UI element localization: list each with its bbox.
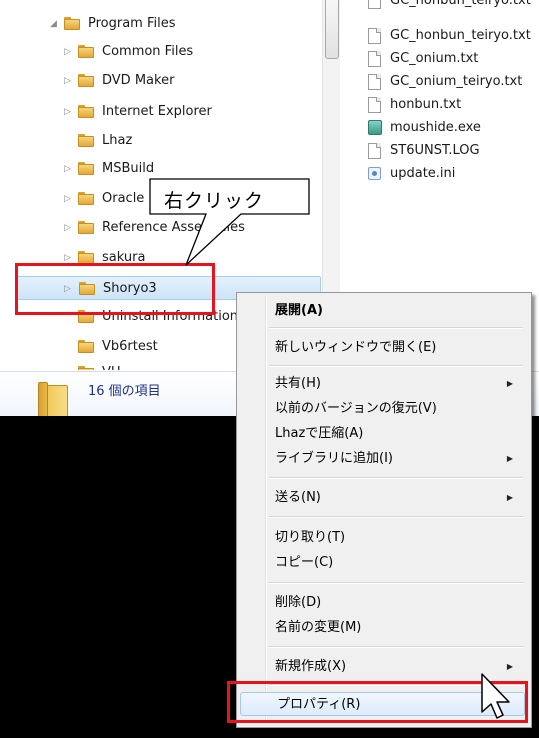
menu-separator [269, 327, 523, 329]
menu-item-restore-previous[interactable]: 以前のバージョンの復元(V) [239, 398, 527, 420]
file-item-gc-onium[interactable]: GC_onium.txt [340, 48, 539, 70]
exe-icon [368, 120, 382, 135]
file-item-gc-honbun-teiryo[interactable]: GC_honbun_teiryo.txt [340, 25, 539, 47]
submenu-arrow-icon: ▶ [506, 379, 513, 388]
file-item-honbun[interactable]: honbun.txt [340, 94, 539, 116]
menu-item-label: 展開(A) [275, 303, 323, 318]
tree-item-label: Oracle [102, 191, 145, 206]
tree-item-label: Internet Explorer [102, 104, 212, 119]
folder-icon [78, 105, 94, 118]
folder-icon [78, 366, 94, 370]
tree-item-label: Reference Assemblies [102, 220, 245, 235]
menu-item-share[interactable]: 共有(H) ▶ [239, 373, 527, 395]
text-file-icon [368, 51, 381, 67]
collapsed-arrow-icon[interactable]: ▷ [64, 101, 74, 123]
menu-separator [269, 516, 523, 518]
menu-separator [269, 365, 523, 367]
folder-icon [78, 192, 94, 205]
tree-item-reference-assemblies[interactable]: ▷ Reference Assemblies [64, 217, 314, 239]
tree-item-common-files[interactable]: ▷ Common Files [64, 41, 314, 63]
tree-item-label: VH [102, 362, 121, 370]
menu-item-rename[interactable]: 名前の変更(M) [239, 617, 527, 639]
expanded-arrow-icon[interactable]: ◢ [50, 13, 60, 35]
folder-icon [64, 17, 80, 30]
folder-icon [78, 134, 94, 147]
tree-item-dvd-maker[interactable]: ▷ DVD Maker [64, 70, 314, 92]
tree-item-program-files[interactable]: ◢ Program Files [50, 13, 310, 35]
tree-item-label: Program Files [88, 16, 176, 31]
menu-item-label: 削除(D) [275, 595, 322, 610]
submenu-arrow-icon: ▶ [506, 493, 513, 502]
menu-item-open-new-window[interactable]: 新しいウィンドウで開く(E) [239, 337, 527, 359]
file-label: GC_onium.txt [390, 51, 479, 66]
file-label: moushide.exe [390, 120, 481, 135]
folder-icon [78, 340, 94, 353]
menu-item-label: コピー(C) [275, 555, 334, 570]
collapsed-arrow-icon[interactable]: ▷ [64, 217, 74, 239]
file-item-moushide[interactable]: moushide.exe [340, 117, 539, 139]
menu-item-label: 名前の変更(M) [275, 620, 362, 635]
menu-item-label: ライブラリに追加(I) [275, 451, 393, 466]
folder-icon [78, 162, 94, 175]
tree-item-label: Common Files [102, 44, 194, 59]
settings-file-icon [368, 167, 381, 180]
text-file-icon [368, 28, 381, 44]
submenu-arrow-icon: ▶ [506, 454, 513, 463]
menu-item-label: 共有(H) [275, 376, 321, 391]
menu-item-label: 送る(N) [275, 490, 321, 505]
file-label: GC_onium_teiryo.txt [390, 74, 523, 89]
folder-icon [78, 74, 94, 87]
highlight-box-properties [227, 681, 528, 723]
scrollbar-thumb[interactable] [325, 0, 339, 59]
collapsed-arrow-icon[interactable]: ▷ [64, 41, 74, 63]
tree-item-label: MSBuild [102, 161, 155, 176]
menu-item-new[interactable]: 新規作成(X) ▶ [239, 656, 527, 678]
collapsed-arrow-icon[interactable]: ▷ [64, 158, 74, 180]
file-label: honbun.txt [390, 97, 462, 112]
collapsed-arrow-icon[interactable]: ▷ [64, 188, 74, 210]
context-menu: 展開(A) 新しいウィンドウで開く(E) 共有(H) ▶ 以前のバージョンの復元… [236, 292, 532, 728]
item-count: 16 個の項目 [88, 384, 161, 399]
menu-item-send-to[interactable]: 送る(N) ▶ [239, 487, 527, 509]
folder-icon [78, 45, 94, 58]
text-file-icon [368, 143, 381, 159]
highlight-box-shoryo3 [15, 263, 215, 315]
collapsed-arrow-icon[interactable]: ▷ [64, 70, 74, 92]
file-item-gc-onium-teiryo[interactable]: GC_onium_teiryo.txt [340, 71, 539, 93]
file-label: GC_honbun_teiryo.txt [390, 0, 531, 8]
menu-item-label: 以前のバージョンの復元(V) [275, 401, 437, 416]
menu-item-copy[interactable]: コピー(C) [239, 552, 527, 574]
file-label: GC_honbun_teiryo.txt [390, 28, 531, 43]
tree-item-label: Lhaz [102, 133, 133, 148]
file-label: update.ini [390, 166, 456, 181]
tree-item-lhaz[interactable]: Lhaz [64, 130, 314, 152]
menu-item-expand[interactable]: 展開(A) [239, 300, 527, 322]
text-file-icon [368, 97, 381, 113]
submenu-arrow-icon: ▶ [506, 662, 513, 671]
tree-item-label: DVD Maker [102, 73, 175, 88]
callout-text: 右クリック [164, 190, 265, 212]
file-label: ST6UNST.LOG [390, 143, 480, 158]
menu-item-add-to-library[interactable]: ライブラリに追加(I) ▶ [239, 448, 527, 470]
tree-item-label: Vb6rtest [102, 339, 158, 354]
menu-item-delete[interactable]: 削除(D) [239, 592, 527, 614]
menu-item-label: 新しいウィンドウで開く(E) [275, 340, 437, 355]
tree-item-internet-explorer[interactable]: ▷ Internet Explorer [64, 101, 314, 123]
text-file-icon [368, 0, 381, 9]
menu-separator [269, 646, 523, 648]
menu-item-label: 新規作成(X) [275, 659, 347, 674]
menu-item-lhaz-compress[interactable]: Lhazで圧縮(A) [239, 423, 527, 445]
menu-item-cut[interactable]: 切り取り(T) [239, 527, 527, 549]
file-item-st6unst-log[interactable]: ST6UNST.LOG [340, 140, 539, 162]
text-file-icon [368, 74, 381, 90]
menu-item-label: Lhazで圧縮(A) [275, 426, 364, 441]
file-item-update-ini[interactable]: update.ini [340, 163, 539, 185]
menu-separator [269, 477, 523, 479]
menu-item-label: 切り取り(T) [275, 530, 346, 545]
file-item-gc-honbun-teiryo[interactable]: GC_honbun_teiryo.txt [340, 0, 539, 12]
tree-item-msbuild[interactable]: ▷ MSBuild [64, 158, 314, 180]
menu-separator [269, 582, 523, 584]
folder-icon [78, 221, 94, 234]
